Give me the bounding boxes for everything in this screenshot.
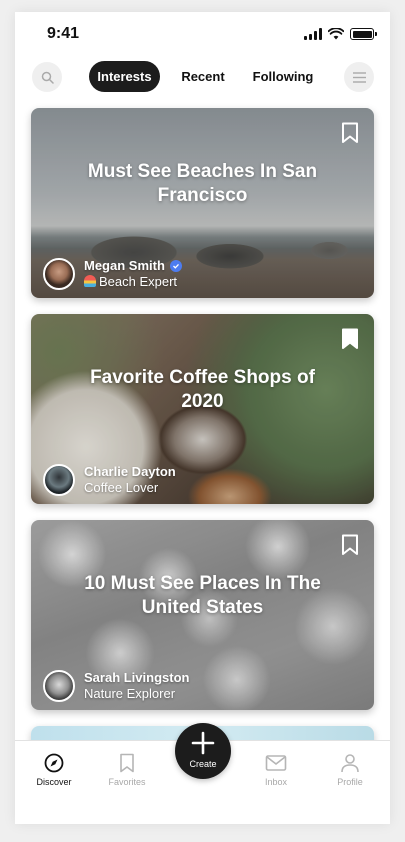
tab-label: Profile — [337, 777, 363, 787]
article-card[interactable]: Favorite Coffee Shops of 2020 Charlie Da… — [31, 314, 374, 504]
card-author[interactable]: Sarah Livingston Nature Explorer — [43, 670, 189, 702]
tab-label: Inbox — [264, 777, 288, 787]
person-icon — [341, 754, 359, 773]
mail-icon — [265, 755, 287, 771]
plus-icon — [191, 731, 215, 755]
wifi-icon — [328, 28, 344, 40]
author-role: Nature Explorer — [84, 686, 176, 701]
author-name: Charlie Dayton — [84, 464, 176, 479]
signal-icon — [304, 28, 322, 40]
author-role: Coffee Lover — [84, 480, 159, 495]
status-bar: 9:41 — [15, 12, 390, 56]
compass-icon — [44, 753, 64, 773]
tab-recent[interactable]: Recent — [173, 61, 233, 92]
bookmark-icon — [120, 753, 134, 773]
status-icons — [304, 28, 377, 40]
tab-profile[interactable]: Profile — [320, 753, 380, 787]
create-label: Create — [189, 759, 217, 769]
top-nav: Interests Recent Following — [15, 60, 390, 94]
card-title: Must See Beaches In San Francisco — [87, 161, 318, 206]
menu-icon — [352, 71, 366, 83]
status-time: 9:41 — [47, 25, 80, 42]
phone-screen: 9:41 Interests Recent Following Must See… — [15, 12, 390, 824]
author-name: Sarah Livingston — [84, 670, 190, 685]
bookmark-icon[interactable] — [341, 122, 359, 144]
beach-icon — [84, 275, 96, 287]
tab-discover[interactable]: Discover — [24, 753, 84, 787]
tab-interests[interactable]: Interests — [89, 61, 160, 92]
tab-favorites[interactable]: Favorites — [97, 753, 157, 787]
avatar — [43, 258, 75, 290]
article-card[interactable]: Must See Beaches In San Francisco Megan … — [31, 108, 374, 298]
tab-following[interactable]: Following — [247, 61, 319, 92]
tab-label: Discover — [36, 777, 72, 787]
card-title: 10 Must See Places In The United States — [84, 573, 321, 618]
article-card[interactable]: 10 Must See Places In The United States … — [31, 520, 374, 710]
search-button[interactable] — [32, 62, 62, 92]
author-name: Megan Smith — [84, 258, 165, 273]
tab-inbox[interactable]: Inbox — [246, 753, 306, 787]
author-role: Beach Expert — [99, 274, 178, 289]
avatar — [43, 464, 75, 496]
search-icon — [41, 71, 54, 84]
bookmark-icon[interactable] — [341, 328, 359, 350]
verified-icon — [169, 260, 182, 272]
card-title: Favorite Coffee Shops of 2020 — [90, 367, 315, 412]
card-author[interactable]: Charlie Dayton Coffee Lover — [43, 464, 176, 496]
card-author[interactable]: Megan Smith Beach Expert — [43, 258, 182, 290]
bookmark-icon[interactable] — [341, 534, 359, 556]
battery-icon — [350, 28, 377, 40]
tab-label: Favorites — [108, 777, 146, 787]
avatar — [43, 670, 75, 702]
menu-button[interactable] — [344, 62, 374, 92]
create-button[interactable]: Create — [175, 723, 231, 779]
